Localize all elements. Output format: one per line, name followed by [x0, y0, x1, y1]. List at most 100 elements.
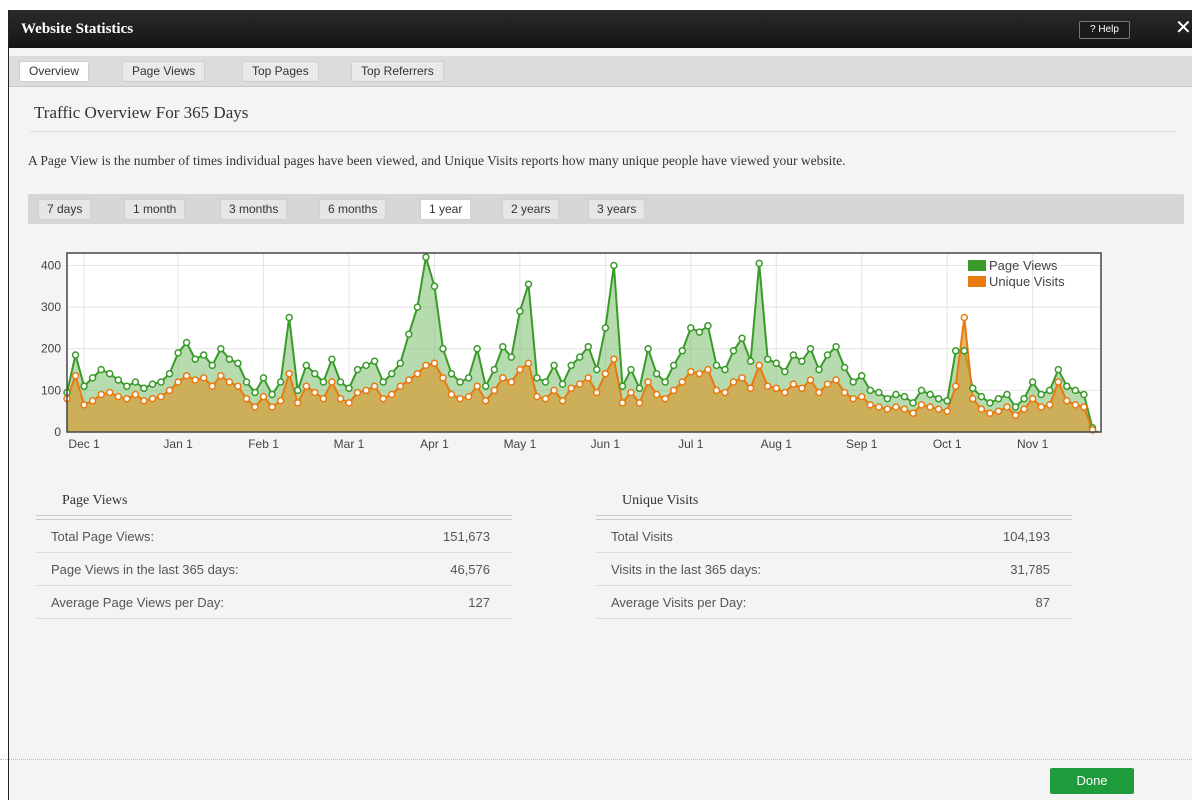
page-views-point [909, 399, 917, 407]
unique-visits-point [823, 380, 832, 388]
unique-visits-point [464, 392, 473, 401]
page-views-point [293, 386, 302, 395]
unique-visits-point [678, 378, 687, 386]
unique-visits-heading: Unique Visits [622, 493, 699, 508]
unique-visits-point [259, 392, 268, 401]
page-views-point [251, 388, 259, 397]
page-views-point [729, 347, 738, 355]
page-views-point [1028, 378, 1037, 386]
page-views-point [447, 369, 456, 378]
page-views-point [1037, 390, 1045, 399]
unique-visits-point [182, 372, 191, 380]
unique-visits-point [165, 386, 174, 395]
unique-visits-point [977, 405, 986, 413]
page-views-point [593, 365, 601, 374]
page-views-point [191, 355, 199, 363]
unique-visits-point [123, 394, 131, 403]
unique-visits-point [917, 401, 926, 409]
page-views-point [584, 342, 593, 351]
unique-visits-point [618, 399, 627, 407]
stat-value: 46,576 [450, 562, 490, 577]
page-views-point [857, 372, 866, 380]
page-views-point [234, 359, 242, 368]
unique-visits-point [1011, 411, 1020, 420]
page-views-point [917, 386, 926, 395]
page-views-point [328, 355, 336, 363]
unique-visits-point [593, 388, 601, 397]
unique-visits-point [268, 403, 276, 411]
page-views-point [661, 378, 669, 386]
page-views-point [165, 369, 174, 378]
done-button[interactable]: Done [1050, 768, 1134, 794]
stat-value: 31,785 [1010, 562, 1050, 577]
unique-visits-point [687, 367, 695, 376]
unique-visits-point [806, 376, 815, 384]
page-views-point [943, 397, 951, 405]
unique-visits-point [370, 382, 379, 390]
unique-visits-point [387, 390, 396, 399]
page-views-point [951, 347, 960, 355]
unique-visits-point [242, 394, 251, 403]
page-views-point [798, 357, 806, 365]
unique-visits-point [345, 399, 353, 407]
page-views-point [678, 347, 687, 355]
unique-visits-point [353, 388, 362, 397]
page-views-point [345, 384, 353, 393]
stat-label: Page Views in the last 365 days: [51, 562, 239, 577]
page-views-heading: Page Views [62, 493, 128, 508]
traffic-chart: 0 100 200 300 400 Dec 1 Jan 1 Feb 1 Mar 1 Apr 1 Ma… [41, 252, 1102, 451]
unique-visits-point [1037, 403, 1045, 411]
unique-visits-point [610, 355, 618, 363]
stat-row-visits-365: Visits in the last 365 days: 31,785 [596, 552, 1072, 586]
x-tick-label: Feb 1 [248, 437, 279, 451]
stat-value: 87 [1035, 595, 1050, 610]
unique-visits-point [88, 397, 97, 405]
unique-visits-point [849, 394, 857, 403]
unique-visits-point [319, 394, 328, 403]
unique-visits-point [396, 382, 405, 390]
unique-visits-point [892, 403, 900, 411]
legend-swatch [968, 260, 986, 271]
page-views-point [199, 351, 208, 359]
page-views-point [490, 365, 499, 374]
page-views-point [541, 378, 550, 386]
page-views-point [319, 378, 328, 386]
unique-visits-point [704, 365, 712, 374]
page-views-point [644, 344, 652, 353]
unique-visits-point [533, 392, 541, 401]
stat-value: 151,673 [443, 529, 490, 544]
unique-visits-point [97, 390, 105, 399]
unique-visits-point [669, 386, 678, 395]
unique-visits-point [1003, 403, 1011, 411]
page-views-point [182, 338, 191, 347]
unique-visits-point [217, 372, 225, 380]
unique-visits-point [191, 376, 199, 384]
unique-visits-point [558, 397, 567, 405]
legend-label: Unique Visits [989, 274, 1065, 289]
unique-visits-point [174, 378, 182, 386]
unique-visits-point [883, 405, 892, 413]
page-views-point [866, 386, 875, 395]
page-views-point [892, 390, 900, 399]
unique-visits-point [969, 394, 977, 403]
unique-visits-point [644, 378, 652, 386]
unique-visits-point [652, 390, 661, 399]
x-tick-label: Sep 1 [846, 437, 878, 451]
page-views-point [105, 369, 114, 378]
page-views-point [652, 369, 661, 378]
page-views-point [875, 388, 883, 397]
unique-visits-point [1028, 394, 1037, 403]
unique-visits-point [456, 394, 464, 403]
page-views-point [148, 380, 157, 388]
page-views-point [840, 363, 849, 372]
unique-visits-point [1020, 405, 1028, 413]
unique-visits-point [900, 405, 909, 413]
x-tick-label: Oct 1 [933, 437, 962, 451]
unique-visits-point [148, 394, 157, 403]
page-views-point [755, 259, 763, 268]
unique-visits-point [857, 392, 866, 401]
page-views-point [806, 344, 815, 353]
page-views-point [123, 382, 131, 390]
page-views-point [242, 378, 251, 386]
unique-visits-point [550, 386, 558, 395]
